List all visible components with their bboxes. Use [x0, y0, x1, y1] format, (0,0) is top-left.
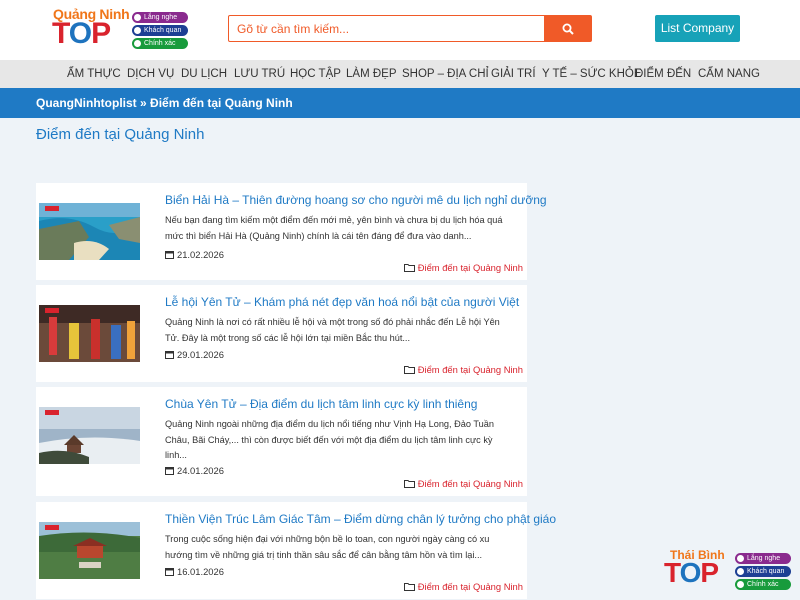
folder-icon [403, 366, 415, 374]
breadcrumb-current: Điểm đến tại Quảng Ninh [150, 96, 293, 110]
article-category-text: Điểm đến tại Quảng Ninh [417, 478, 523, 489]
article-card: Thiền Viện Trúc Lâm Giác Tâm – Điểm dừng… [36, 502, 556, 599]
article-date: 29.01.2026 [165, 349, 224, 360]
corner-logo[interactable]: Thái Bình TOP Lắng nghe Khách quan Chính… [662, 548, 792, 592]
breadcrumb-home-link[interactable]: QuangNinhtoplist [36, 96, 137, 110]
article-category-link[interactable]: Điểm đến tại Quảng Ninh [403, 581, 523, 592]
article-excerpt: Nếu bạn đang tìm kiếm một điểm đến mới m… [165, 215, 503, 241]
article-title-link[interactable]: Chùa Yên Tử – Địa điểm du lịch tâm linh … [165, 397, 477, 411]
article-card: Chùa Yên Tử – Địa điểm du lịch tâm linh … [36, 387, 527, 496]
nav-item-hoc-tap[interactable]: HỌC TẬP [290, 60, 341, 88]
article-excerpt: Quảng Ninh ngoài những địa điểm du lịch … [165, 419, 494, 460]
logo-pill: Khách quan [132, 25, 188, 36]
nav-item-luu-tru[interactable]: LƯU TRÚ [234, 60, 285, 88]
logo-pill: Khách quan [735, 566, 791, 577]
corner-logo-letter-o: O [679, 557, 702, 588]
nav-item-giai-tri[interactable]: GIẢI TRÍ [491, 60, 536, 88]
article-category-text: Điểm đến tại Quảng Ninh [417, 262, 523, 273]
logo-pill: Lắng nghe [735, 553, 791, 564]
list-company-button[interactable]: List Company [655, 15, 740, 42]
folder-icon [403, 583, 415, 591]
logo-letter-t: T [52, 17, 70, 50]
corner-logo-letter-t: T [664, 557, 681, 588]
article-date-text: 24.01.2026 [177, 465, 224, 476]
logo-pills: Lắng nghe Khách quan Chính xác [132, 12, 188, 51]
nav-item-cam-nang[interactable]: CẨM NANG [698, 60, 760, 88]
article-title-link[interactable]: Biển Hải Hà – Thiên đường hoang sơ cho n… [165, 193, 547, 207]
nav-item-am-thuc[interactable]: ẨM THỰC [67, 60, 121, 88]
page-title: Điểm đến tại Quảng Ninh [36, 126, 205, 143]
logo-pill: Chính xác [735, 579, 791, 590]
search-bar [228, 15, 592, 42]
corner-logo-pills: Lắng nghe Khách quan Chính xác [735, 553, 791, 592]
calendar-icon [165, 568, 174, 576]
nav-item-y-te-suc-khoe[interactable]: Y TẾ – SỨC KHỎE [542, 60, 642, 88]
article-thumbnail[interactable] [39, 407, 140, 464]
article-date: 21.02.2026 [165, 249, 224, 260]
article-date-text: 29.01.2026 [177, 349, 224, 360]
main-nav: ẨM THỰC DỊCH VỤ DU LỊCH LƯU TRÚ HỌC TẬP … [0, 60, 800, 88]
breadcrumb-separator: » [140, 96, 147, 110]
article-date-text: 16.01.2026 [177, 566, 224, 577]
folder-icon [403, 264, 415, 272]
nav-item-dich-vu[interactable]: DỊCH VỤ [127, 60, 174, 88]
calendar-icon [165, 251, 174, 259]
nav-item-lam-dep[interactable]: LÀM ĐẸP [346, 60, 397, 88]
article-date: 16.01.2026 [165, 566, 224, 577]
nav-item-diem-den[interactable]: ĐIỂM ĐẾN [635, 60, 691, 88]
article-excerpt: Quảng Ninh là nơi có rất nhiều lễ hội và… [165, 317, 500, 343]
logo-top-text: TOP [52, 17, 111, 50]
article-title-link[interactable]: Lễ hội Yên Tử – Khám phá nét đẹp văn hoá… [165, 295, 519, 309]
logo-letter-p: P [91, 17, 111, 50]
article-title-link[interactable]: Thiền Viện Trúc Lâm Giác Tâm – Điểm dừng… [165, 512, 556, 526]
calendar-icon [165, 351, 174, 359]
logo-pill: Lắng nghe [132, 12, 188, 23]
search-icon [562, 23, 574, 35]
article-thumbnail[interactable] [39, 305, 140, 362]
folder-icon [403, 480, 415, 488]
article-thumbnail[interactable] [39, 522, 140, 579]
article-date: 24.01.2026 [165, 465, 224, 476]
calendar-icon [165, 467, 174, 475]
article-category-link[interactable]: Điểm đến tại Quảng Ninh [403, 364, 523, 375]
article-card: Lễ hội Yên Tử – Khám phá nét đẹp văn hoá… [36, 285, 527, 382]
nav-item-shop-dia-chi[interactable]: SHOP – ĐỊA CHỈ [402, 60, 489, 88]
site-header: Quảng Ninh TOP Lắng nghe Khách quan Chín… [0, 0, 800, 60]
article-category-link[interactable]: Điểm đến tại Quảng Ninh [403, 478, 523, 489]
site-logo[interactable]: Quảng Ninh TOP Lắng nghe Khách quan Chín… [50, 6, 195, 54]
logo-letter-o: O [68, 17, 92, 50]
article-card: Biển Hải Hà – Thiên đường hoang sơ cho n… [36, 183, 547, 280]
corner-logo-top-text: TOP [664, 557, 719, 588]
article-date-text: 21.02.2026 [177, 249, 224, 260]
article-thumbnail[interactable] [39, 203, 140, 260]
search-input[interactable] [229, 16, 545, 41]
search-button[interactable] [544, 16, 591, 41]
article-excerpt: Trong cuộc sống hiện đại với những bộn b… [165, 534, 490, 560]
article-category-text: Điểm đến tại Quảng Ninh [417, 364, 523, 375]
article-category-link[interactable]: Điểm đến tại Quảng Ninh [403, 262, 523, 273]
breadcrumb: QuangNinhtoplist » Điểm đến tại Quảng Ni… [0, 88, 800, 118]
article-category-text: Điểm đến tại Quảng Ninh [417, 581, 523, 592]
corner-logo-letter-p: P [700, 557, 719, 588]
nav-item-du-lich[interactable]: DU LỊCH [181, 60, 227, 88]
logo-pill: Chính xác [132, 38, 188, 49]
